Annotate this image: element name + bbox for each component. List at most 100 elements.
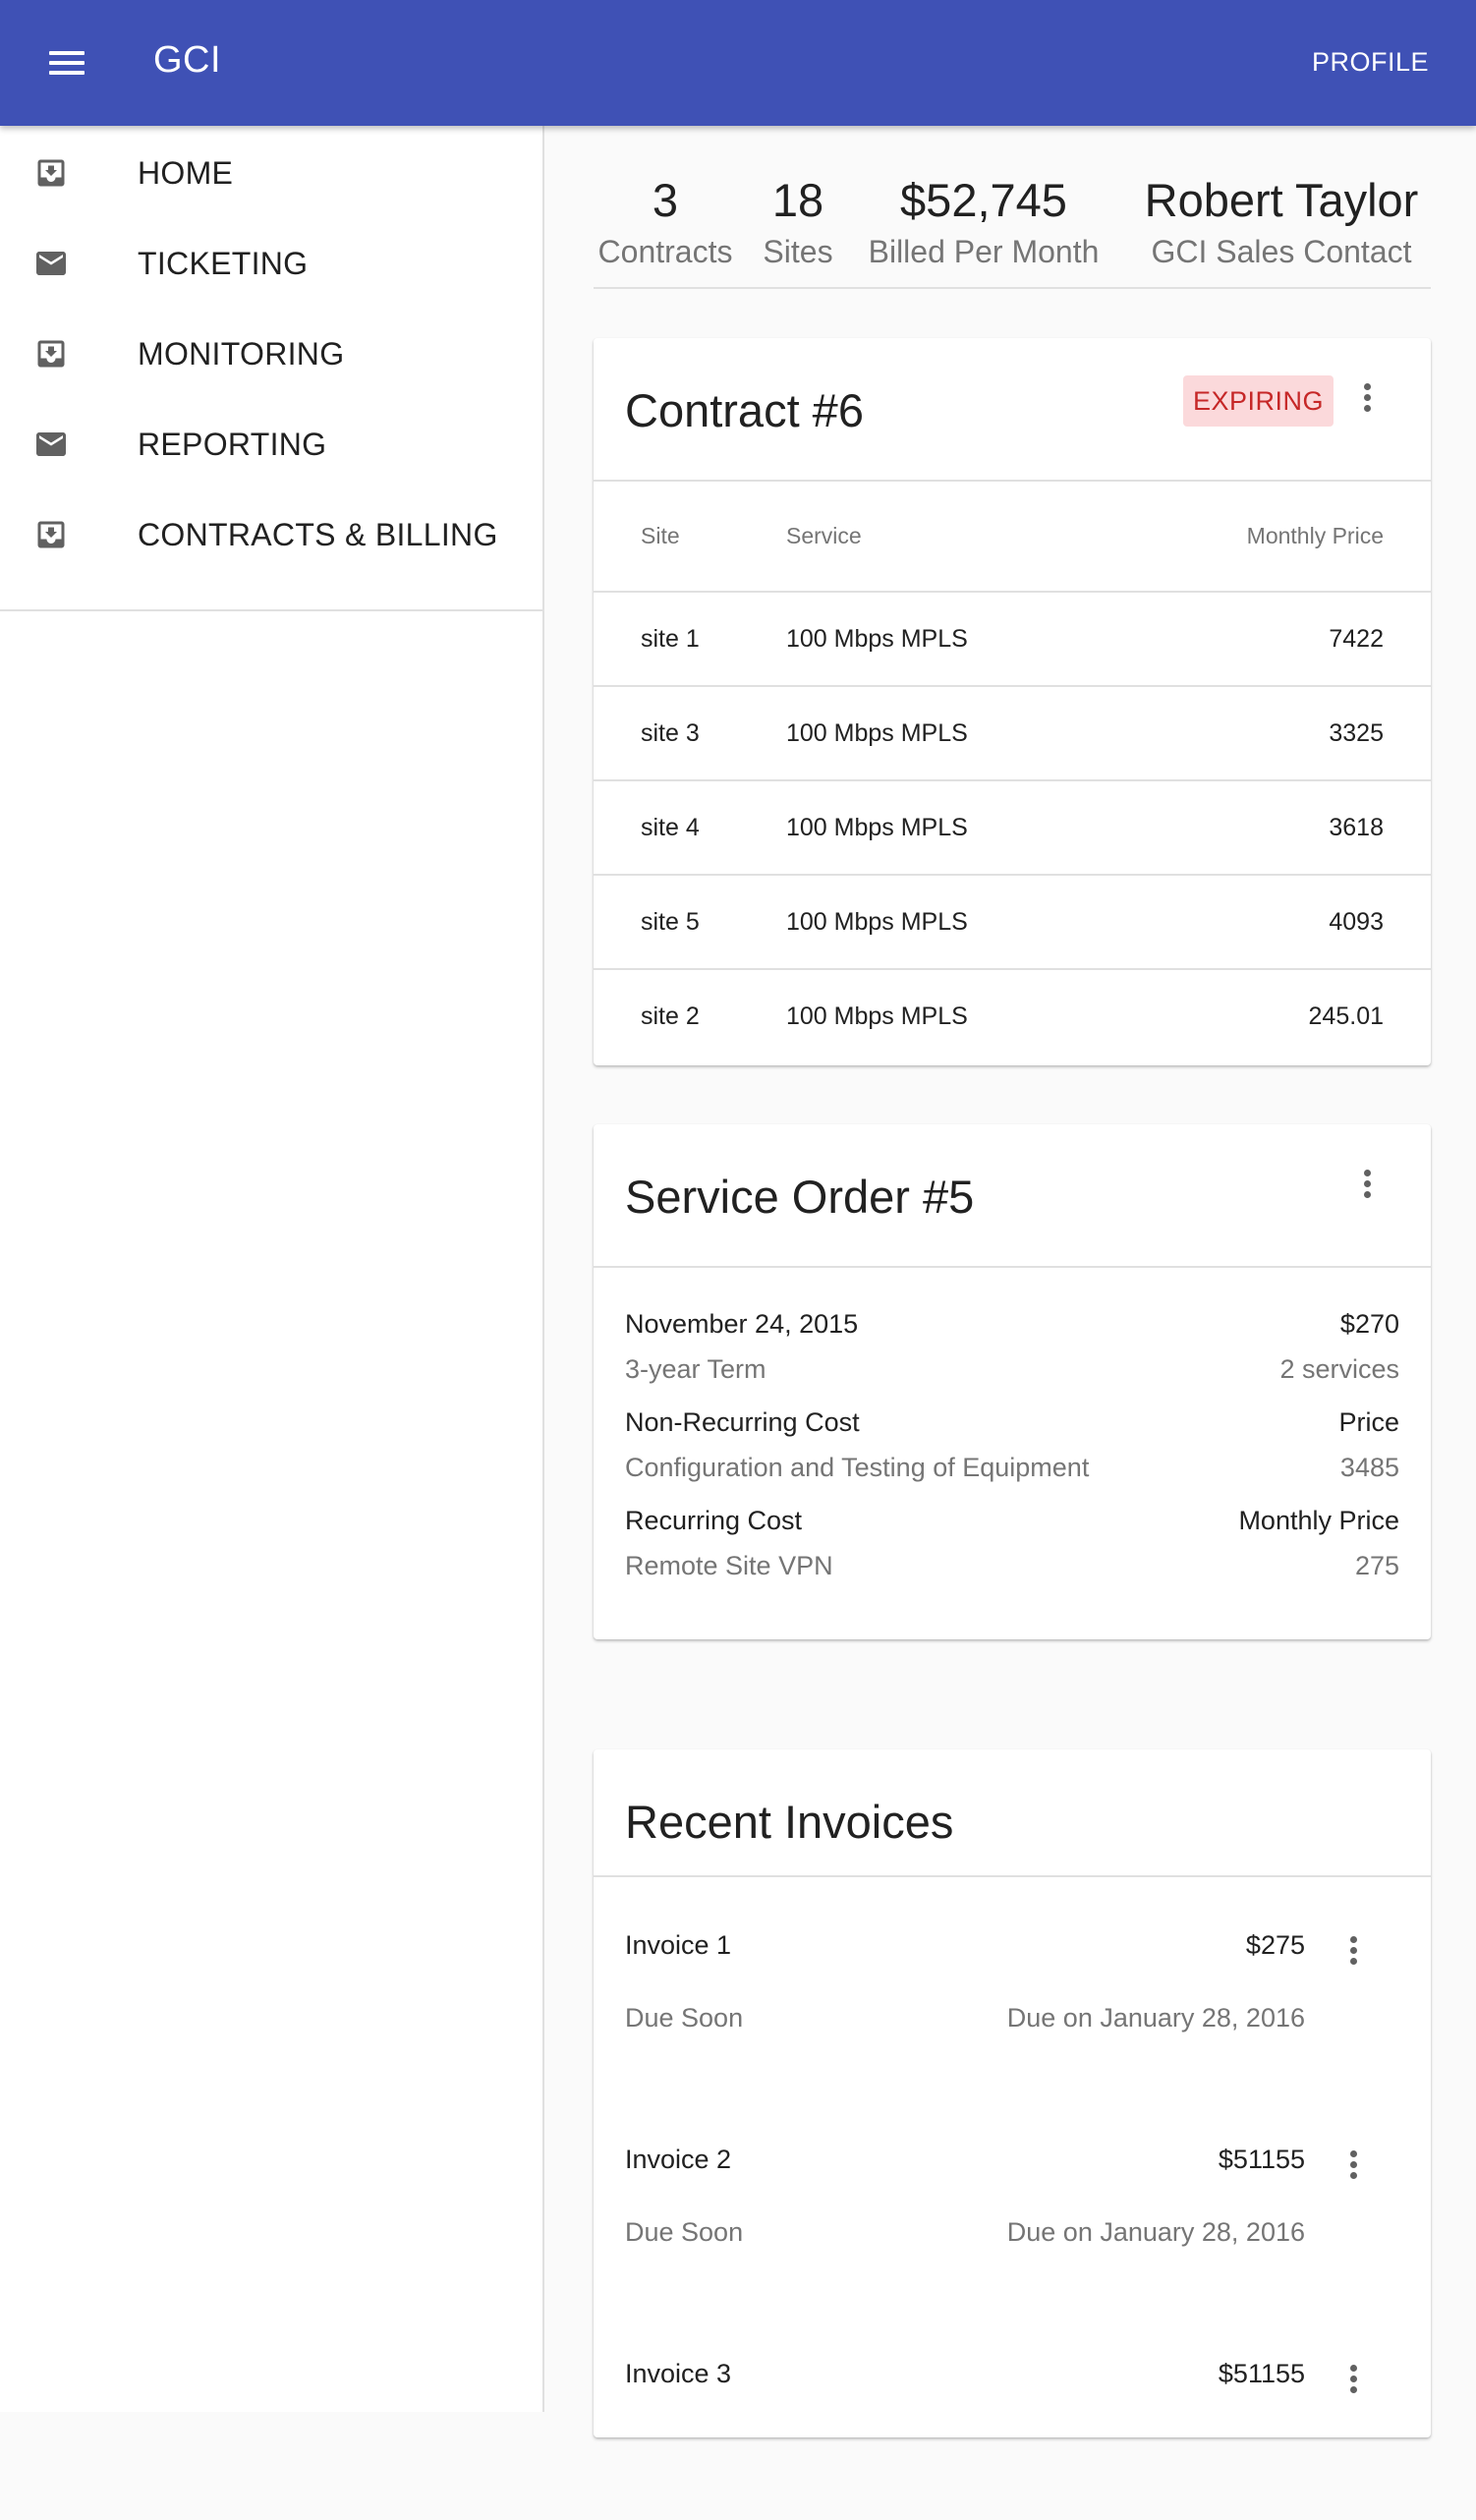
nav-list: HOME TICKETING MONITORING REPORTING CONT… [0, 126, 542, 611]
invoice-amount: $51155 [1218, 2359, 1305, 2388]
recurring-price: 275 [1354, 1550, 1399, 1580]
inbox-download-icon [37, 159, 65, 187]
service-order-title: Service Order #5 [625, 1171, 975, 1223]
recent-invoices-card: Recent Invoices Invoice 1 $275 Due Soon … [594, 1749, 1431, 2437]
nonrecurring-item-row: Configuration and Testing of Equipment 3… [625, 1445, 1399, 1490]
column-header[interactable]: Site [594, 482, 786, 593]
contract-table: Site Service Monthly Price site 1 100 Mb… [594, 482, 1431, 1063]
sidebar-item-ticketing[interactable]: TICKETING [0, 216, 542, 307]
recurring-item: Remote Site VPN [625, 1550, 833, 1580]
service-cell: 100 Mbps MPLS [786, 592, 1107, 687]
invoice-due-date: Due on January 28, 2016 [1006, 2217, 1305, 2247]
invoice-name: Invoice 2 [625, 2145, 732, 2174]
list-item[interactable]: Invoice 2 $51155 Due Soon Due on January… [594, 2091, 1431, 2306]
stat-label: GCI Sales Contact [1151, 234, 1412, 269]
sidebar-item-home[interactable]: HOME [0, 126, 542, 216]
list-item[interactable]: Invoice 3 $51155 [594, 2306, 1431, 2520]
stat-billed-per-month: $52,745 Billed Per Month [865, 171, 1103, 273]
app-bar: GCI PROFILE [0, 0, 1476, 126]
recurring-item-row: Remote Site VPN 275 [625, 1543, 1399, 1588]
table-header-row: Site Service Monthly Price [594, 482, 1431, 593]
nonrecurring-price: 3485 [1339, 1452, 1399, 1482]
price-cell: 245.01 [1308, 1002, 1384, 1030]
stat-value: 18 [771, 174, 824, 226]
stat-label: Sites [763, 234, 833, 269]
stat-value: $52,745 [900, 174, 1067, 226]
price-cell: 3325 [1106, 686, 1431, 781]
order-term: 3-year Term [625, 1353, 766, 1384]
app-title: GCI [153, 39, 222, 81]
card-header: Recent Invoices [594, 1749, 1431, 1877]
order-date: November 24, 2015 [625, 1308, 859, 1339]
invoice-due-date: Due on January 28, 2016 [1006, 2003, 1305, 2033]
table-row[interactable]: site 2 100 Mbps MPLS 245.01 [594, 969, 1431, 1063]
service-cell: 100 Mbps MPLS [786, 1002, 968, 1030]
stat-label: Contracts [597, 234, 733, 269]
sidebar-item-label: CONTRACTS & BILLING [138, 517, 498, 552]
list-item[interactable]: Invoice 1 $275 Due Soon Due on January 2… [594, 1877, 1431, 2091]
hamburger-menu-icon[interactable] [43, 41, 90, 85]
order-total: $270 [1339, 1308, 1399, 1339]
inbox-download-icon [37, 521, 65, 548]
sidebar-item-label: MONITORING [138, 336, 345, 372]
more-vert-icon[interactable] [1338, 2143, 1368, 2186]
service-cell: 100 Mbps MPLS [786, 780, 1107, 876]
stat-value: 3 [652, 174, 679, 226]
site-cell: site 2 [641, 1002, 700, 1030]
contract-title: Contract #6 [625, 384, 864, 436]
stat-sites: 18 Sites [757, 171, 839, 273]
column-header[interactable]: Monthly Price [1106, 482, 1431, 593]
table-row[interactable]: site 3 100 Mbps MPLS 3325 [594, 686, 1431, 781]
nonrecurring-item: Configuration and Testing of Equipment [625, 1452, 1090, 1482]
card-header: Service Order #5 [594, 1124, 1431, 1268]
site-cell: site 5 [594, 875, 786, 970]
stat-label: Billed Per Month [868, 234, 1100, 269]
price-cell: 7422 [1106, 592, 1431, 687]
sidebar-item-label: HOME [138, 155, 234, 191]
column-header[interactable]: Service [786, 482, 1107, 593]
service-cell: 100 Mbps MPLS [786, 686, 1107, 781]
mail-icon [36, 432, 66, 456]
service-order-card: Service Order #5 November 24, 2015 $270 … [594, 1124, 1431, 1639]
term-services-row: 3-year Term 2 services [625, 1346, 1399, 1392]
more-vert-icon[interactable] [1338, 2357, 1368, 2400]
invoice-name: Invoice 3 [625, 2359, 732, 2388]
invoice-status: Due Soon [625, 2217, 744, 2247]
summary-stats: 3 Contracts 18 Sites $52,745 Billed Per … [594, 171, 1431, 289]
main-content: 3 Contracts 18 Sites $52,745 Billed Per … [546, 126, 1476, 2437]
nonrecurring-label: Non-Recurring Cost [625, 1406, 860, 1437]
stat-contracts: 3 Contracts [594, 171, 737, 273]
service-count: 2 services [1279, 1353, 1399, 1384]
sidebar-item-label: REPORTING [138, 427, 327, 462]
price-cell: 3618 [1106, 780, 1431, 876]
contract-card: Contract #6 EXPIRING Site Service Monthl… [594, 338, 1431, 1065]
sidebar-item-reporting[interactable]: REPORTING [0, 397, 542, 487]
table-row[interactable]: site 5 100 Mbps MPLS 4093 [594, 875, 1431, 970]
price-label: Price [1338, 1406, 1399, 1437]
recurring-label: Recurring Cost [625, 1505, 803, 1535]
sidebar-item-contracts-billing[interactable]: CONTRACTS & BILLING [0, 487, 542, 578]
service-cell: 100 Mbps MPLS [786, 875, 1107, 970]
site-cell: site 3 [594, 686, 786, 781]
more-vert-icon[interactable] [1352, 375, 1382, 419]
table-row[interactable]: site 1 100 Mbps MPLS 7422 [594, 592, 1431, 687]
stat-sales-contact: Robert Taylor GCI Sales Contact [1132, 171, 1431, 273]
sidebar-item-monitoring[interactable]: MONITORING [0, 307, 542, 397]
sidebar-item-label: TICKETING [138, 246, 309, 281]
invoice-name: Invoice 1 [625, 1930, 732, 1960]
nonrecurring-header-row: Non-Recurring Cost Price [625, 1400, 1399, 1445]
inbox-download-icon [37, 340, 65, 368]
status-badge: EXPIRING [1183, 375, 1334, 427]
recurring-header-row: Recurring Cost Monthly Price [625, 1498, 1399, 1543]
more-vert-icon[interactable] [1338, 1928, 1368, 1972]
profile-button[interactable]: PROFILE [1312, 47, 1429, 78]
more-vert-icon[interactable] [1352, 1162, 1382, 1205]
sidebar: HOME TICKETING MONITORING REPORTING CONT… [0, 126, 544, 2412]
date-total-row: November 24, 2015 $270 [625, 1301, 1399, 1346]
invoices-title: Recent Invoices [625, 1796, 954, 1848]
table-row[interactable]: site 4 100 Mbps MPLS 3618 [594, 780, 1431, 876]
site-cell: site 1 [594, 592, 786, 687]
price-cell: 4093 [1106, 875, 1431, 970]
monthly-price-label: Monthly Price [1238, 1505, 1399, 1535]
mail-icon [36, 252, 66, 275]
